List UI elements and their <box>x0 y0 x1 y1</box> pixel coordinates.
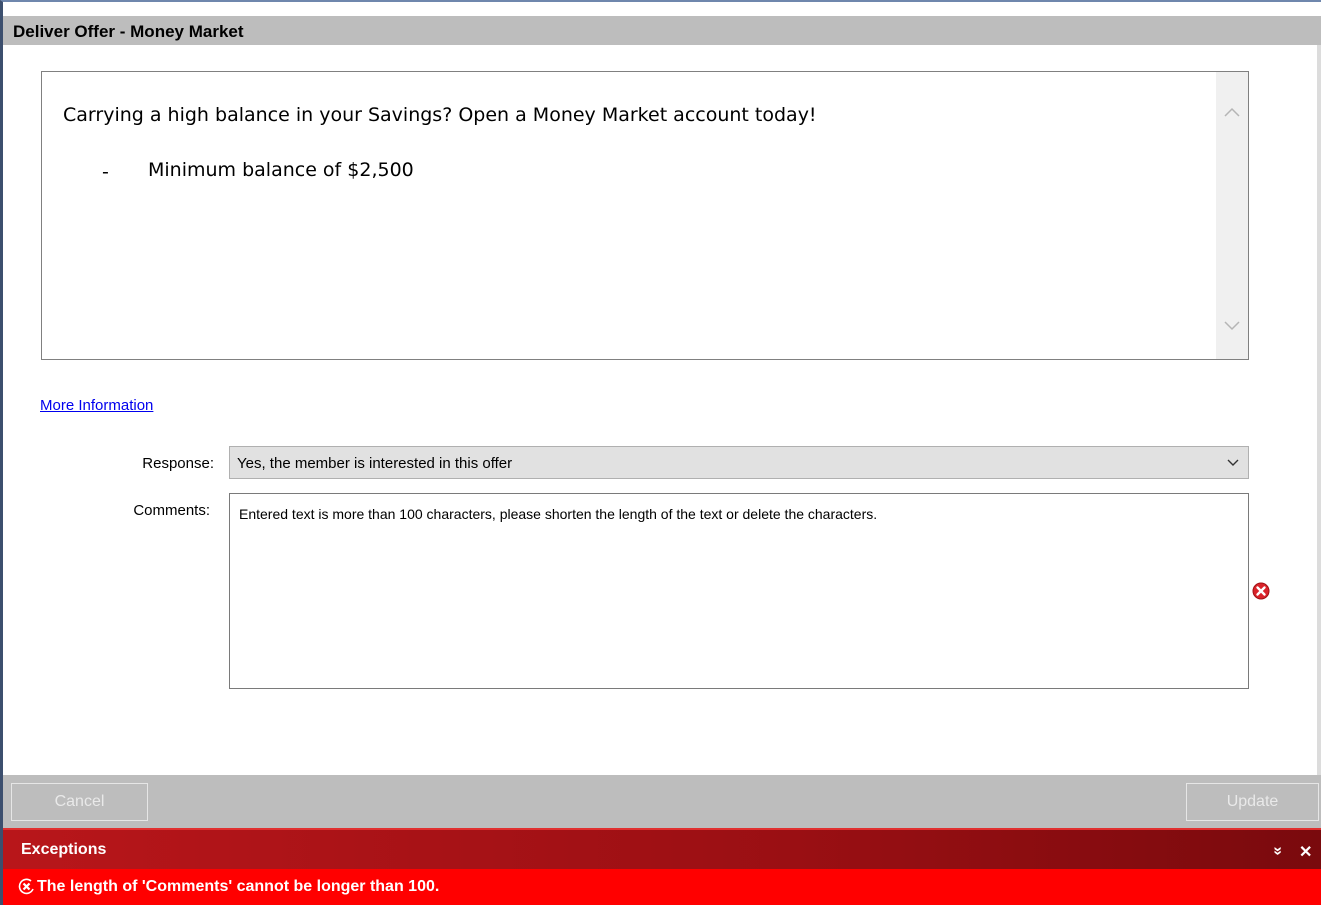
exceptions-header: Exceptions » ✕ <box>3 828 1321 869</box>
dialog-title: Deliver Offer - Money Market <box>13 22 244 41</box>
response-select[interactable]: Yes, the member is interested in this of… <box>229 446 1249 479</box>
comments-label: Comments: <box>133 502 210 519</box>
right-edge <box>1317 45 1321 775</box>
collapse-icon[interactable]: » <box>1268 847 1286 856</box>
offer-headline: Carrying a high balance in your Savings?… <box>63 104 817 126</box>
offer-text-box: Carrying a high balance in your Savings?… <box>41 71 1249 360</box>
cancel-button[interactable]: Cancel <box>11 783 148 821</box>
close-icon[interactable]: ✕ <box>1299 842 1312 862</box>
response-value: Yes, the member is interested in this of… <box>237 455 513 472</box>
scroll-down-icon[interactable] <box>1222 316 1242 336</box>
update-button[interactable]: Update <box>1186 783 1319 821</box>
dialog-titlebar: Deliver Offer - Money Market <box>3 2 1321 45</box>
offer-scrollbar[interactable] <box>1216 72 1248 359</box>
error-circle-icon <box>18 878 34 895</box>
exception-message[interactable]: The length of 'Comments' cannot be longe… <box>37 878 439 896</box>
comments-value: Entered text is more than 100 characters… <box>239 506 878 522</box>
error-icon <box>1252 582 1270 600</box>
chevron-down-icon <box>1227 459 1239 466</box>
offer-detail: Minimum balance of $2,500 <box>148 159 414 181</box>
more-information-link[interactable]: More Information <box>40 397 153 414</box>
exceptions-panel: The length of 'Comments' cannot be longe… <box>3 869 1321 905</box>
comments-field[interactable]: Entered text is more than 100 characters… <box>229 493 1249 689</box>
offer-bullet: - <box>102 161 109 183</box>
exceptions-title: Exceptions <box>21 841 107 858</box>
scroll-up-icon[interactable] <box>1222 102 1242 122</box>
button-bar: Cancel Update <box>3 775 1321 828</box>
response-label: Response: <box>142 455 214 472</box>
